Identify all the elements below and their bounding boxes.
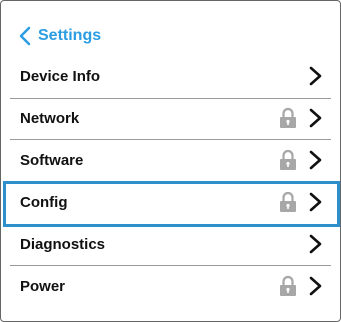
menu-item-label: Network <box>20 109 80 127</box>
menu-item-power[interactable]: Power <box>10 267 331 305</box>
chevron-right-icon <box>309 66 322 86</box>
lock-icon <box>280 107 296 128</box>
chevron-right-icon <box>309 234 322 254</box>
chevron-right-icon <box>309 108 322 128</box>
menu-item-label: Config <box>20 193 68 211</box>
chevron-right-icon <box>309 150 322 170</box>
divider <box>10 139 331 140</box>
menu-item-software[interactable]: Software <box>10 141 331 179</box>
settings-panel: Settings Device Info Network Software Co… <box>0 0 341 322</box>
menu-item-label: Device Info <box>20 67 101 85</box>
menu-item-label: Diagnostics <box>20 235 106 253</box>
menu-item-label: Software <box>20 151 84 169</box>
chevron-right-icon <box>309 276 322 296</box>
back-button-label: Settings <box>38 27 102 44</box>
back-button[interactable]: Settings <box>18 25 101 47</box>
lock-icon <box>280 275 296 296</box>
chevron-left-icon <box>19 26 31 46</box>
menu-item-device-info[interactable]: Device Info <box>10 57 331 95</box>
lock-icon <box>280 149 296 170</box>
menu-item-network[interactable]: Network <box>10 99 331 137</box>
lock-icon <box>280 191 296 212</box>
divider <box>10 265 331 266</box>
menu-item-diagnostics[interactable]: Diagnostics <box>10 225 331 263</box>
chevron-right-icon <box>309 192 322 212</box>
menu-item-config[interactable]: Config <box>10 183 331 221</box>
menu-item-label: Power <box>20 277 66 295</box>
